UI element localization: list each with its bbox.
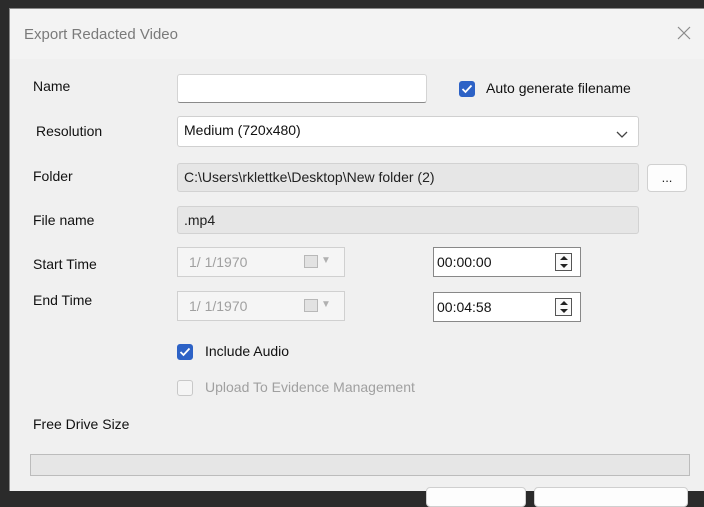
name-label: Name <box>33 78 71 94</box>
resolution-value: Medium (720x480) <box>184 122 301 138</box>
upload-label: Upload To Evidence Management <box>205 379 415 395</box>
end-time-label: End Time <box>33 292 93 308</box>
name-input[interactable] <box>177 74 427 103</box>
folder-label: Folder <box>33 168 73 184</box>
folder-field: C:\Users\rklettke\Desktop\New folder (2) <box>177 163 639 192</box>
upload-checkbox[interactable] <box>177 380 193 396</box>
dropdown-arrow-icon: ▼ <box>321 255 331 266</box>
chevron-down-icon <box>616 126 628 142</box>
resolution-label: Resolution <box>36 123 103 139</box>
auto-generate-checkbox[interactable] <box>459 81 475 97</box>
dropdown-arrow-icon: ▼ <box>321 299 331 310</box>
free-drive-progress-bar <box>30 454 690 476</box>
start-time-label: Start Time <box>33 256 97 272</box>
include-audio-label: Include Audio <box>205 343 290 359</box>
end-time-value: 00:04:58 <box>437 299 492 315</box>
calendar-icon <box>304 299 318 312</box>
start-date-value: 1/ 1/1970 <box>189 254 248 270</box>
end-date-value: 1/ 1/1970 <box>189 298 248 314</box>
close-icon[interactable] <box>670 19 698 47</box>
cancel-button[interactable] <box>534 487 688 507</box>
window-title: Export Redacted Video <box>24 26 178 43</box>
filename-field: .mp4 <box>177 206 639 234</box>
title-bar: Export Redacted Video <box>10 9 704 59</box>
include-audio-checkbox[interactable] <box>177 344 193 360</box>
resolution-select[interactable]: Medium (720x480) <box>177 116 639 147</box>
export-button[interactable] <box>426 487 526 507</box>
free-drive-label: Free Drive Size <box>33 416 130 432</box>
end-time-spinner[interactable] <box>555 298 572 316</box>
calendar-icon <box>304 255 318 268</box>
auto-generate-label: Auto generate filename <box>486 80 631 96</box>
filename-label: File name <box>33 212 95 228</box>
end-date-picker[interactable]: 1/ 1/1970 ▼ <box>177 291 345 321</box>
export-dialog: Export Redacted Video Name Auto generate… <box>9 8 704 507</box>
end-time-input[interactable]: 00:04:58 <box>433 292 581 322</box>
start-time-spinner[interactable] <box>555 253 572 271</box>
browse-button[interactable]: ... <box>647 164 687 192</box>
start-time-input[interactable]: 00:00:00 <box>433 247 581 277</box>
checkmark-icon <box>179 347 191 357</box>
start-time-value: 00:00:00 <box>437 254 492 270</box>
checkmark-icon <box>461 84 473 94</box>
start-date-picker[interactable]: 1/ 1/1970 ▼ <box>177 247 345 277</box>
